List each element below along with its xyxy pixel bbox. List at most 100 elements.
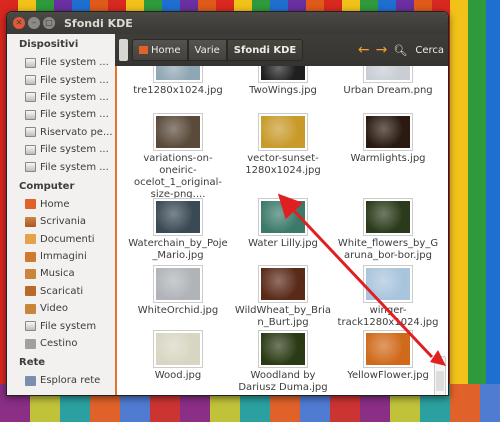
sidebar-item[interactable]: File system ...	[7, 158, 115, 175]
places-sidebar: Dispositivi File system ... File system ..…	[7, 34, 117, 395]
back-arrow-icon[interactable]: ←	[358, 42, 370, 58]
sidebar-item-label: File system ...	[40, 161, 109, 173]
sidebar-item[interactable]: File system ...	[7, 54, 115, 71]
sidebar-item[interactable]: Musica	[7, 265, 115, 282]
file-name-label: WildWheat_by_Brian_Burt.jpg	[234, 305, 332, 328]
file-item[interactable]: WildWheat_by_Brian_Burt.jpg	[228, 266, 338, 329]
file-thumbnail	[154, 331, 202, 367]
sidebar-item-label: Immagini	[40, 251, 87, 263]
sidebar-section-header: Rete	[19, 357, 46, 369]
file-thumbnail	[259, 66, 307, 82]
sidebar-item[interactable]: Immagini	[7, 248, 115, 265]
location-toolbar: Home Varie Sfondi KDE ← → 🔍︎ Cerca	[115, 34, 448, 66]
sidebar-item[interactable]: Scaricati	[7, 283, 115, 300]
home-icon	[139, 46, 148, 54]
sidebar-item-label: Home	[40, 198, 70, 210]
sidebar-item-label: Scrivania	[40, 216, 87, 228]
sidebar-item[interactable]: File system	[7, 317, 115, 334]
file-thumbnail	[364, 66, 412, 82]
drive-icon	[25, 57, 36, 68]
sidebar-item-label: File system ...	[40, 74, 109, 86]
sidebar-section-header: Computer	[19, 180, 75, 192]
close-window-button[interactable]: ✕	[13, 17, 25, 29]
breadcrumb-home-label: Home	[151, 44, 181, 56]
file-thumbnail	[154, 66, 202, 82]
sidebar-item-label: Documenti	[40, 233, 95, 245]
breadcrumb-sfondi-kde[interactable]: Sfondi KDE	[226, 39, 304, 61]
sidebar-item[interactable]: Cestino	[7, 335, 115, 352]
file-thumbnail	[154, 114, 202, 150]
file-thumbnail	[259, 114, 307, 150]
file-name-label: Woodland by Dariusz Duma.jpg	[238, 370, 328, 393]
file-item[interactable]: TwoWings.jpg	[228, 66, 338, 97]
file-name-label: tre1280x1024.jpg	[133, 85, 223, 96]
search-icon[interactable]: 🔍︎	[393, 44, 407, 57]
sidebar-item-label: File system ...	[40, 144, 109, 156]
sidebar-item[interactable]: File system ...	[7, 141, 115, 158]
file-item[interactable]: WhiteOrchid.jpg	[123, 266, 233, 317]
file-name-label: winger-track1280x1024.jpg	[337, 305, 439, 328]
sidebar-item[interactable]: Video	[7, 300, 115, 317]
file-item[interactable]: variations-on-oneiric-ocelot_1_original-…	[123, 114, 233, 201]
location-toggle-button[interactable]	[119, 39, 128, 61]
file-name-label: variations-on-oneiric-ocelot_1_original-…	[134, 153, 222, 200]
downloads-icon	[25, 286, 36, 297]
sidebar-item-label: Scaricati	[40, 285, 84, 297]
sidebar-item-label: File system	[40, 320, 97, 332]
file-item[interactable]: vector-sunset-1280x1024.jpg	[228, 114, 338, 177]
music-icon	[25, 268, 36, 279]
file-name-label: Waterchain_by_Poje_Mario.jpg	[128, 238, 228, 261]
maximize-icon: □	[45, 18, 53, 27]
title-bar: ✕ – □ Sfondi KDE	[7, 12, 448, 34]
sidebar-item[interactable]: Documenti	[7, 231, 115, 248]
file-grid: ▲ tre1280x1024.jpg TwoWings.jpg Urban Drea…	[117, 66, 448, 395]
sidebar-item-label: File system ...	[40, 57, 109, 69]
file-item[interactable]: Water Lilly.jpg	[228, 199, 338, 250]
sidebar-item[interactable]: Scrivania	[7, 213, 115, 230]
documents-icon	[25, 234, 36, 245]
sidebar-item[interactable]: File system ...	[7, 106, 115, 123]
file-item[interactable]: Wood.jpg	[123, 331, 233, 382]
sidebar-item[interactable]: Riservato pe...	[7, 124, 115, 141]
file-item[interactable]: Woodland by Dariusz Duma.jpg	[228, 331, 338, 394]
sidebar-item-label: Video	[40, 303, 69, 315]
file-name-label: Urban Dream.png	[343, 85, 433, 96]
drive-icon	[25, 92, 36, 103]
file-name-label: WhiteOrchid.jpg	[137, 305, 219, 316]
file-item[interactable]: tre1280x1024.jpg	[123, 66, 233, 97]
file-item[interactable]: winger-track1280x1024.jpg	[333, 266, 443, 329]
minimize-window-button[interactable]: –	[28, 17, 40, 29]
file-item[interactable]: Warmlights.jpg	[333, 114, 443, 165]
drive-icon	[25, 144, 36, 155]
search-button-label[interactable]: Cerca	[415, 45, 444, 56]
file-thumbnail	[364, 114, 412, 150]
forward-arrow-icon[interactable]: →	[376, 42, 388, 58]
file-item[interactable]: Urban Dream.png	[333, 66, 443, 97]
file-item[interactable]: White_flowers_by_Garuna_bor-bor.jpg	[333, 199, 443, 262]
file-name-label: Warmlights.jpg	[350, 153, 426, 164]
pictures-icon	[25, 251, 36, 262]
sidebar-item[interactable]: File system ...	[7, 89, 115, 106]
trash-icon	[25, 338, 36, 349]
sidebar-item[interactable]: File system ...	[7, 71, 115, 88]
desktop-icon	[25, 216, 36, 227]
file-item[interactable]: Waterchain_by_Poje_Mario.jpg	[123, 199, 233, 262]
file-item[interactable]: YellowFlower.jpg	[333, 331, 443, 382]
breadcrumb-varie[interactable]: Varie	[187, 39, 227, 61]
maximize-window-button[interactable]: □	[43, 17, 55, 29]
window-title: Sfondi KDE	[64, 16, 133, 30]
minimize-icon: –	[32, 18, 36, 27]
sidebar-item[interactable]: Home	[7, 196, 115, 213]
videos-icon	[25, 303, 36, 314]
sidebar-item-label: Riservato pe...	[40, 126, 113, 138]
sidebar-item[interactable]: Esplora rete	[7, 372, 115, 389]
sidebar-item-label: File system ...	[40, 91, 109, 103]
file-name-label: White_flowers_by_Garuna_bor-bor.jpg	[337, 238, 439, 261]
breadcrumb-home[interactable]: Home	[132, 39, 188, 61]
file-thumbnail	[259, 266, 307, 302]
file-thumbnail	[364, 331, 412, 367]
breadcrumb-varie-label: Varie	[194, 44, 220, 56]
drive-icon	[25, 109, 36, 120]
drive-icon	[25, 127, 36, 138]
sidebar-section-header: Dispositivi	[19, 39, 79, 50]
